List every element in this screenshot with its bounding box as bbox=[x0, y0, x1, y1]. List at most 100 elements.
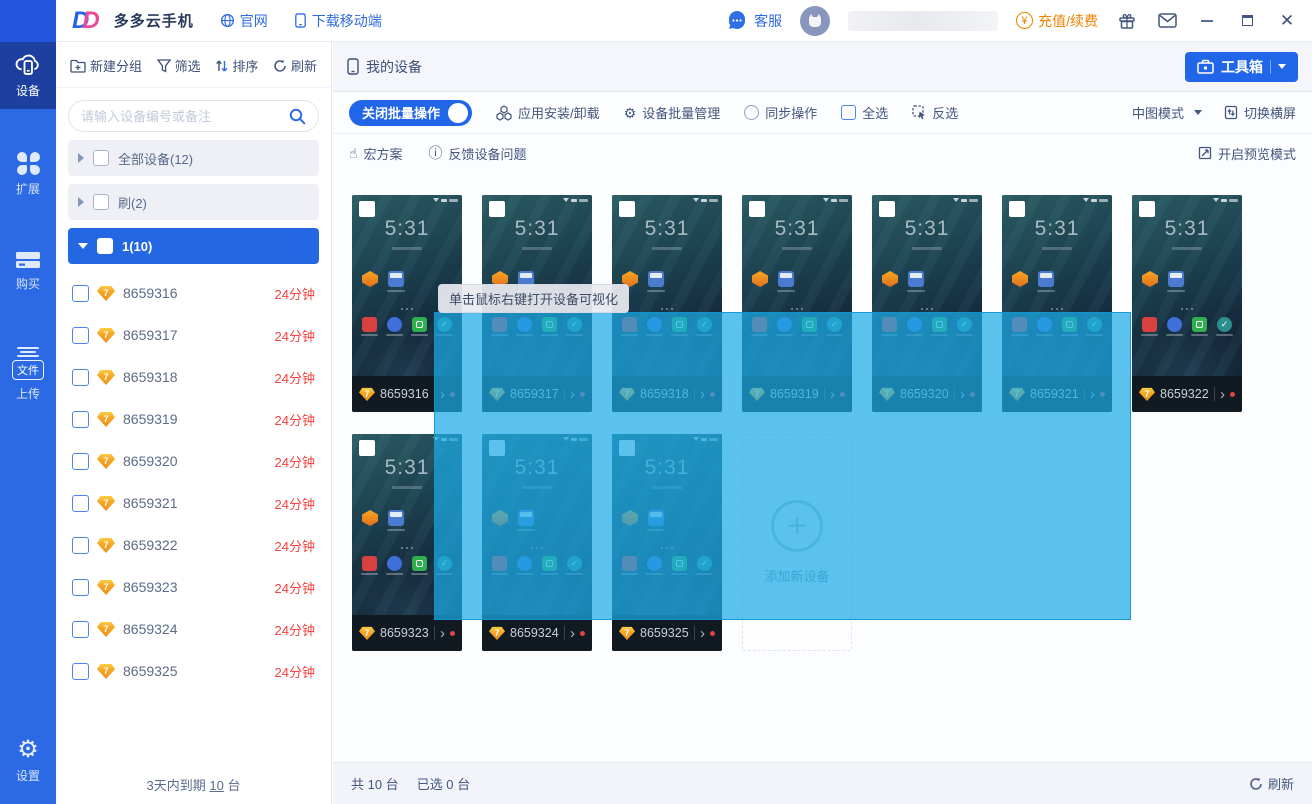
device-card-footer[interactable]: 7 8659316 › bbox=[352, 376, 462, 412]
avatar[interactable] bbox=[800, 6, 830, 36]
expand-chevron-icon[interactable]: › bbox=[960, 387, 965, 402]
card-checkbox[interactable] bbox=[619, 440, 635, 456]
device-checkbox[interactable] bbox=[72, 663, 89, 680]
sync-operation-button[interactable]: 同步操作 bbox=[744, 103, 817, 122]
device-card-footer[interactable]: 7 8659325 › bbox=[612, 615, 722, 651]
device-checkbox[interactable] bbox=[72, 411, 89, 428]
filter-button[interactable]: 筛选 bbox=[157, 56, 201, 75]
group-checkbox[interactable] bbox=[93, 194, 109, 210]
select-all-checkbox[interactable] bbox=[841, 105, 856, 120]
new-group-button[interactable]: 新建分组 bbox=[70, 56, 142, 75]
add-device-card[interactable]: + 添加新设备 bbox=[742, 434, 852, 651]
card-checkbox[interactable] bbox=[359, 201, 375, 217]
batch-manage-button[interactable]: ⚙ 设备批量管理 bbox=[624, 103, 721, 122]
rotate-landscape-button[interactable]: 切换横屏 bbox=[1224, 103, 1296, 122]
device-card-footer[interactable]: 7 8659324 › bbox=[482, 615, 592, 651]
sidebar-item-settings[interactable]: ⚙ 设置 bbox=[0, 729, 56, 794]
device-checkbox[interactable] bbox=[72, 327, 89, 344]
toggle-knob[interactable] bbox=[448, 103, 468, 123]
device-checkbox[interactable] bbox=[72, 537, 89, 554]
search-icon[interactable] bbox=[289, 108, 306, 125]
device-checkbox[interactable] bbox=[72, 621, 89, 638]
feedback-button[interactable]: ⓘ 反馈设备问题 bbox=[429, 144, 527, 163]
expand-chevron-icon[interactable]: › bbox=[570, 626, 575, 641]
device-card[interactable]: 5:31 7 8659320 › bbox=[872, 195, 982, 412]
card-checkbox[interactable] bbox=[879, 201, 895, 217]
expand-chevron-icon[interactable]: › bbox=[1090, 387, 1095, 402]
grid-refresh-button[interactable]: 刷新 bbox=[1249, 774, 1294, 793]
messages-button[interactable] bbox=[1156, 10, 1178, 32]
device-checkbox[interactable] bbox=[72, 453, 89, 470]
caret-down-icon[interactable] bbox=[78, 243, 88, 249]
group-all-devices[interactable]: 全部设备(12) bbox=[68, 140, 319, 176]
toolbox-button[interactable]: 工具箱 bbox=[1185, 52, 1298, 82]
macro-plan-button[interactable]: ☝ 宏方案 bbox=[349, 144, 403, 163]
device-row[interactable]: 7 8659319 24分钟 bbox=[56, 398, 331, 440]
group-checkbox[interactable] bbox=[93, 150, 109, 166]
select-all-control[interactable]: 全选 bbox=[841, 103, 888, 122]
card-checkbox[interactable] bbox=[359, 440, 375, 456]
search-input[interactable] bbox=[81, 109, 289, 124]
device-row[interactable]: 7 8659323 24分钟 bbox=[56, 566, 331, 608]
card-checkbox[interactable] bbox=[1139, 201, 1155, 217]
device-card[interactable]: 5:31 7 8659321 › bbox=[1002, 195, 1112, 412]
expand-chevron-icon[interactable]: › bbox=[440, 626, 445, 641]
support-button[interactable]: 客服 bbox=[726, 11, 782, 31]
sidebar-item-file-upload[interactable]: 文件 上传 bbox=[0, 336, 56, 412]
device-checkbox[interactable] bbox=[72, 495, 89, 512]
device-row[interactable]: 7 8659324 24分钟 bbox=[56, 608, 331, 650]
expand-chevron-icon[interactable]: › bbox=[570, 387, 575, 402]
sidebar-item-extensions[interactable]: 扩展 bbox=[0, 143, 56, 207]
device-row[interactable]: 7 8659320 24分钟 bbox=[56, 440, 331, 482]
expiry-note-link[interactable]: 10 bbox=[209, 778, 223, 793]
view-mode-dropdown[interactable]: 中图模式 bbox=[1132, 103, 1202, 122]
caret-right-icon[interactable] bbox=[78, 197, 84, 207]
device-card-footer[interactable]: 7 8659322 › bbox=[1132, 376, 1242, 412]
batch-operation-toggle[interactable]: 关闭批量操作 bbox=[349, 100, 472, 126]
official-site-link[interactable]: 官网 bbox=[220, 11, 268, 31]
preview-mode-button[interactable]: 开启预览模式 bbox=[1198, 144, 1296, 163]
device-card[interactable]: 5:31 7 8659322 › bbox=[1132, 195, 1242, 412]
device-card-footer[interactable]: 7 8659323 › bbox=[352, 615, 462, 651]
device-row[interactable]: 7 8659317 24分钟 bbox=[56, 314, 331, 356]
device-card-footer[interactable]: 7 8659320 › bbox=[872, 376, 982, 412]
group-1-selected[interactable]: 1(10) bbox=[68, 228, 319, 264]
device-card[interactable]: 5:31 7 8659319 › bbox=[742, 195, 852, 412]
download-mobile-link[interactable]: 下载移动端 bbox=[294, 11, 382, 31]
device-row[interactable]: 7 8659316 24分钟 bbox=[56, 272, 331, 314]
sidebar-item-purchase[interactable]: 购买 bbox=[0, 241, 56, 302]
sidebar-item-devices[interactable]: 设备 bbox=[0, 42, 56, 109]
device-row[interactable]: 7 8659325 24分钟 bbox=[56, 650, 331, 692]
device-card-footer[interactable]: 7 8659321 › bbox=[1002, 376, 1112, 412]
sort-button[interactable]: 排序 bbox=[215, 56, 258, 75]
group-shua[interactable]: 刷(2) bbox=[68, 184, 319, 220]
device-card[interactable]: 5:31 7 8659324 › bbox=[482, 434, 592, 651]
close-button[interactable]: ✕ bbox=[1276, 10, 1298, 32]
card-checkbox[interactable] bbox=[1009, 201, 1025, 217]
panel-refresh-button[interactable]: 刷新 bbox=[273, 56, 317, 75]
maximize-button[interactable] bbox=[1236, 10, 1258, 32]
expand-chevron-icon[interactable]: › bbox=[700, 626, 705, 641]
device-checkbox[interactable] bbox=[72, 369, 89, 386]
device-row[interactable]: 7 8659321 24分钟 bbox=[56, 482, 331, 524]
expand-chevron-icon[interactable]: › bbox=[830, 387, 835, 402]
card-checkbox[interactable] bbox=[619, 201, 635, 217]
group-checkbox[interactable] bbox=[97, 238, 113, 254]
device-card[interactable]: 5:31 7 8659323 › bbox=[352, 434, 462, 651]
device-card-footer[interactable]: 7 8659318 › bbox=[612, 376, 722, 412]
expand-chevron-icon[interactable]: › bbox=[440, 387, 445, 402]
gift-button[interactable] bbox=[1116, 10, 1138, 32]
device-row[interactable]: 7 8659318 24分钟 bbox=[56, 356, 331, 398]
device-card-footer[interactable]: 7 8659319 › bbox=[742, 376, 852, 412]
recharge-button[interactable]: ¥ 充值/续费 bbox=[1016, 11, 1098, 31]
app-install-uninstall-button[interactable]: 应用安装/卸载 bbox=[496, 103, 600, 122]
card-checkbox[interactable] bbox=[749, 201, 765, 217]
expand-chevron-icon[interactable]: › bbox=[700, 387, 705, 402]
device-checkbox[interactable] bbox=[72, 579, 89, 596]
invert-selection-button[interactable]: 反选 bbox=[912, 103, 958, 122]
caret-right-icon[interactable] bbox=[78, 153, 84, 163]
expand-chevron-icon[interactable]: › bbox=[1220, 387, 1225, 402]
device-row[interactable]: 7 8659322 24分钟 bbox=[56, 524, 331, 566]
card-checkbox[interactable] bbox=[489, 440, 505, 456]
card-checkbox[interactable] bbox=[489, 201, 505, 217]
